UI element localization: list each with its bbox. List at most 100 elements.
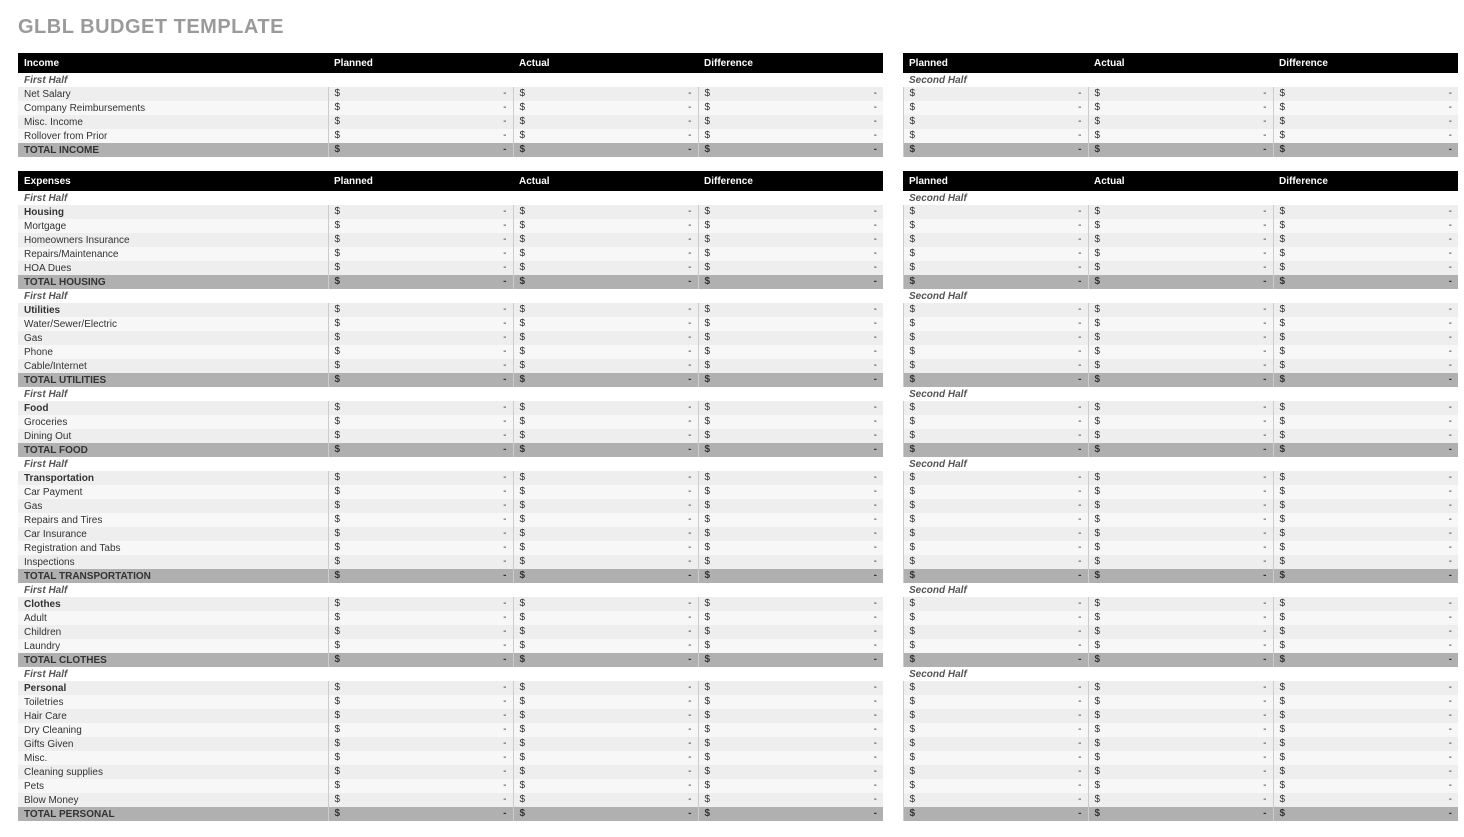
money-cell[interactable]: $-: [1273, 87, 1458, 101]
money-cell[interactable]: $-: [698, 639, 883, 653]
money-cell[interactable]: $-: [328, 401, 513, 415]
money-cell[interactable]: $-: [1273, 471, 1458, 485]
money-cell[interactable]: $-: [1088, 129, 1273, 143]
money-cell[interactable]: $-: [1088, 723, 1273, 737]
money-cell[interactable]: $-: [1273, 723, 1458, 737]
money-cell[interactable]: $-: [1088, 499, 1273, 513]
money-cell[interactable]: $-: [513, 261, 698, 275]
money-cell[interactable]: $-: [328, 205, 513, 219]
money-cell[interactable]: $-: [1273, 401, 1458, 415]
money-cell[interactable]: $-: [698, 807, 883, 821]
money-cell[interactable]: $-: [1088, 681, 1273, 695]
money-cell[interactable]: $-: [328, 101, 513, 115]
money-cell[interactable]: $-: [513, 695, 698, 709]
money-cell[interactable]: $-: [1273, 681, 1458, 695]
money-cell[interactable]: $-: [328, 513, 513, 527]
money-cell[interactable]: $-: [1273, 513, 1458, 527]
money-cell[interactable]: $-: [903, 115, 1088, 129]
money-cell[interactable]: $-: [328, 247, 513, 261]
money-cell[interactable]: $-: [328, 779, 513, 793]
money-cell[interactable]: $-: [903, 485, 1088, 499]
money-cell[interactable]: $-: [328, 737, 513, 751]
money-cell[interactable]: $-: [328, 653, 513, 667]
money-cell[interactable]: $-: [513, 541, 698, 555]
money-cell[interactable]: $-: [903, 219, 1088, 233]
money-cell[interactable]: $-: [1088, 611, 1273, 625]
money-cell[interactable]: $-: [903, 555, 1088, 569]
money-cell[interactable]: $-: [328, 331, 513, 345]
money-cell[interactable]: $-: [1088, 639, 1273, 653]
money-cell[interactable]: $-: [903, 765, 1088, 779]
money-cell[interactable]: $-: [328, 793, 513, 807]
money-cell[interactable]: $-: [1088, 401, 1273, 415]
money-cell[interactable]: $-: [903, 429, 1088, 443]
money-cell[interactable]: $-: [1088, 737, 1273, 751]
money-cell[interactable]: $-: [698, 443, 883, 457]
money-cell[interactable]: $-: [513, 765, 698, 779]
money-cell[interactable]: $-: [1088, 653, 1273, 667]
money-cell[interactable]: $-: [1273, 625, 1458, 639]
money-cell[interactable]: $-: [698, 541, 883, 555]
money-cell[interactable]: $-: [328, 807, 513, 821]
money-cell[interactable]: $-: [698, 303, 883, 317]
money-cell[interactable]: $-: [1273, 751, 1458, 765]
money-cell[interactable]: $-: [1273, 737, 1458, 751]
money-cell[interactable]: $-: [513, 101, 698, 115]
money-cell[interactable]: $-: [698, 485, 883, 499]
money-cell[interactable]: $-: [1088, 513, 1273, 527]
money-cell[interactable]: $-: [328, 345, 513, 359]
money-cell[interactable]: $-: [1088, 765, 1273, 779]
money-cell[interactable]: $-: [1273, 205, 1458, 219]
money-cell[interactable]: $-: [1273, 429, 1458, 443]
money-cell[interactable]: $-: [903, 275, 1088, 289]
money-cell[interactable]: $-: [1088, 555, 1273, 569]
money-cell[interactable]: $-: [698, 359, 883, 373]
money-cell[interactable]: $-: [1273, 219, 1458, 233]
money-cell[interactable]: $-: [903, 541, 1088, 555]
money-cell[interactable]: $-: [328, 275, 513, 289]
money-cell[interactable]: $-: [698, 779, 883, 793]
money-cell[interactable]: $-: [328, 359, 513, 373]
money-cell[interactable]: $-: [513, 233, 698, 247]
money-cell[interactable]: $-: [698, 205, 883, 219]
money-cell[interactable]: $-: [698, 625, 883, 639]
money-cell[interactable]: $-: [903, 569, 1088, 583]
money-cell[interactable]: $-: [698, 87, 883, 101]
money-cell[interactable]: $-: [1088, 87, 1273, 101]
money-cell[interactable]: $-: [903, 611, 1088, 625]
money-cell[interactable]: $-: [698, 513, 883, 527]
money-cell[interactable]: $-: [328, 87, 513, 101]
money-cell[interactable]: $-: [1088, 807, 1273, 821]
money-cell[interactable]: $-: [1088, 359, 1273, 373]
money-cell[interactable]: $-: [1273, 555, 1458, 569]
money-cell[interactable]: $-: [698, 429, 883, 443]
money-cell[interactable]: $-: [1273, 485, 1458, 499]
money-cell[interactable]: $-: [903, 261, 1088, 275]
money-cell[interactable]: $-: [513, 611, 698, 625]
money-cell[interactable]: $-: [1273, 709, 1458, 723]
money-cell[interactable]: $-: [903, 793, 1088, 807]
money-cell[interactable]: $-: [513, 513, 698, 527]
money-cell[interactable]: $-: [1273, 129, 1458, 143]
money-cell[interactable]: $-: [328, 233, 513, 247]
money-cell[interactable]: $-: [1088, 115, 1273, 129]
money-cell[interactable]: $-: [513, 779, 698, 793]
money-cell[interactable]: $-: [1088, 233, 1273, 247]
money-cell[interactable]: $-: [1088, 429, 1273, 443]
money-cell[interactable]: $-: [328, 115, 513, 129]
money-cell[interactable]: $-: [1088, 275, 1273, 289]
money-cell[interactable]: $-: [328, 429, 513, 443]
money-cell[interactable]: $-: [698, 709, 883, 723]
money-cell[interactable]: $-: [903, 779, 1088, 793]
money-cell[interactable]: $-: [328, 555, 513, 569]
money-cell[interactable]: $-: [1273, 807, 1458, 821]
money-cell[interactable]: $-: [698, 331, 883, 345]
money-cell[interactable]: $-: [1273, 101, 1458, 115]
money-cell[interactable]: $-: [903, 737, 1088, 751]
money-cell[interactable]: $-: [328, 471, 513, 485]
money-cell[interactable]: $-: [1273, 779, 1458, 793]
money-cell[interactable]: $-: [1088, 101, 1273, 115]
money-cell[interactable]: $-: [328, 143, 513, 157]
money-cell[interactable]: $-: [1273, 639, 1458, 653]
money-cell[interactable]: $-: [903, 653, 1088, 667]
